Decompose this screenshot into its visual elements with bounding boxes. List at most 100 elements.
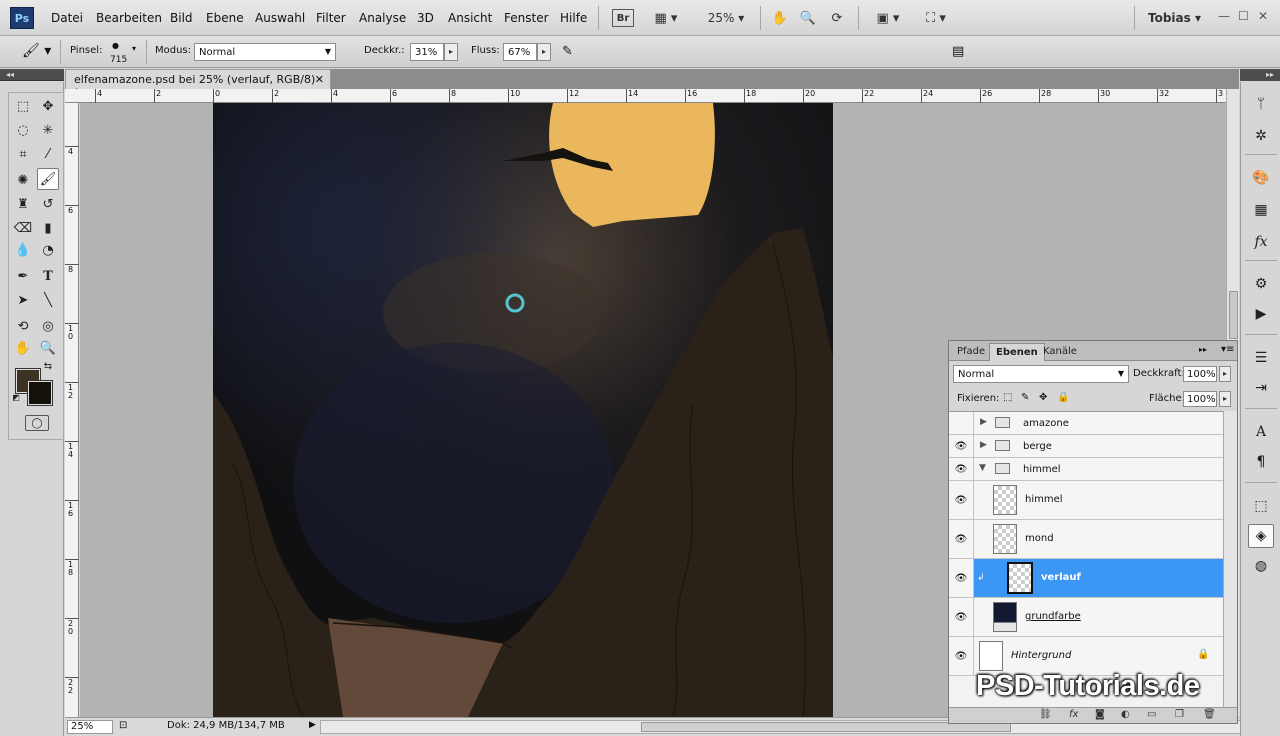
ruler-vertical[interactable]: 4 6 8 10 12 14 16 18 20 22	[65, 103, 79, 717]
close-icon[interactable]: ✕	[1258, 9, 1268, 23]
adjustment-layer-icon[interactable]: ◐	[1121, 709, 1130, 720]
zoom-input[interactable]: 25%	[67, 720, 113, 734]
flow-input[interactable]: 67%	[503, 43, 537, 61]
character-icon[interactable]: A	[1248, 420, 1274, 444]
status-info-icon[interactable]: ⊡	[119, 720, 127, 731]
default-colors-icon[interactable]: ◩	[10, 391, 22, 403]
clone-stamp-tool-icon[interactable]: ♜	[12, 193, 34, 215]
expand-arrow-icon[interactable]: ▶	[980, 440, 987, 450]
eye-icon[interactable]: 👁	[949, 458, 974, 480]
eye-icon[interactable]: 👁	[949, 559, 974, 597]
menu-datei[interactable]: Datei	[51, 11, 83, 25]
layers-icon[interactable]: ◈	[1248, 524, 1274, 548]
layer-row[interactable]: ▶ amazone	[949, 412, 1223, 435]
delete-layer-icon[interactable]: 🗑	[1203, 709, 1216, 720]
quick-mask-icon[interactable]: ◯	[25, 415, 49, 431]
airbrush-icon[interactable]: ✎	[562, 44, 573, 59]
fill-slider-button[interactable]: ▸	[1219, 391, 1231, 407]
zoom-tool-icon[interactable]: 🔍	[37, 337, 59, 359]
history-icon[interactable]: ☰	[1248, 346, 1274, 370]
rotate-view-icon[interactable]: ⟳	[826, 8, 848, 28]
bridge-button[interactable]: Br	[612, 9, 634, 27]
eye-icon[interactable]: 👁	[949, 435, 974, 457]
eye-icon[interactable]: 👁	[949, 520, 974, 558]
eye-icon[interactable]: 👁	[949, 637, 974, 675]
lock-position-icon[interactable]: ✥	[1039, 392, 1047, 403]
brush-preview-icon[interactable]: ●	[112, 41, 119, 50]
layer-row[interactable]: 👁 ▼ himmel	[949, 458, 1223, 481]
eraser-tool-icon[interactable]: ⌫	[12, 217, 34, 239]
layer-row[interactable]: 👁 ▶ berge	[949, 435, 1223, 458]
status-menu-arrow-icon[interactable]: ▶	[309, 720, 316, 730]
tab-kanaele[interactable]: Kanäle	[1037, 343, 1083, 361]
history-brush-tool-icon[interactable]: ↺	[37, 193, 59, 215]
marquee-tool-icon[interactable]: ⬚	[12, 95, 34, 117]
navigator-icon[interactable]: ✲	[1248, 124, 1274, 148]
actions-icon[interactable]: ▶	[1248, 302, 1274, 326]
menu-bearbeiten[interactable]: Bearbeiten	[96, 11, 162, 25]
magic-wand-tool-icon[interactable]: ✳	[37, 119, 59, 141]
layer-opacity-slider-button[interactable]: ▸	[1219, 366, 1231, 382]
layer-row[interactable]: 👁 grundfarbe	[949, 598, 1223, 637]
screen-mode-button[interactable]: ⛶ ▾	[918, 8, 954, 28]
ruler-horizontal[interactable]: 4 2 0 2 4 6 8 10 12 14 16 18 20 22 24 26 28 30 32 3	[65, 89, 1226, 103]
paths-icon[interactable]: ⬚	[1248, 494, 1274, 518]
tools-panel-header[interactable]: ◂◂	[0, 69, 64, 81]
add-mask-icon[interactable]: ◙	[1095, 709, 1105, 720]
pen-tool-icon[interactable]: ✒	[12, 265, 34, 287]
layer-row[interactable]: 👁 mond	[949, 520, 1223, 559]
flow-slider-button[interactable]: ▸	[537, 43, 551, 61]
swap-colors-icon[interactable]: ⇆	[41, 359, 55, 373]
menu-ansicht[interactable]: Ansicht	[448, 11, 492, 25]
dock-header[interactable]: ▸▸	[1240, 69, 1280, 81]
blur-tool-icon[interactable]: 💧	[12, 239, 34, 261]
tab-pfade[interactable]: Pfade	[951, 343, 991, 361]
hand-tool-icon[interactable]: ✋	[12, 337, 34, 359]
minimize-icon[interactable]: —	[1218, 9, 1230, 23]
healing-brush-tool-icon[interactable]: ✺	[12, 169, 34, 191]
menu-auswahl[interactable]: Auswahl	[255, 11, 305, 25]
paragraph-icon[interactable]: ¶	[1248, 450, 1274, 474]
arrange-documents-button[interactable]: ▣ ▾	[870, 8, 906, 28]
close-document-icon[interactable]: ✕	[315, 73, 324, 86]
hand-tool-icon[interactable]: ✋	[770, 8, 790, 28]
3d-rotate-tool-icon[interactable]: ⟲	[12, 315, 34, 337]
path-selection-tool-icon[interactable]: ➤	[12, 289, 34, 311]
layers-scrollbar[interactable]	[1223, 411, 1237, 707]
artwork-canvas[interactable]	[213, 103, 833, 717]
zoom-level-dropdown[interactable]: 25% ▾	[704, 8, 748, 28]
zoom-tool-icon[interactable]: 🔍	[798, 8, 818, 28]
opacity-slider-button[interactable]: ▸	[444, 43, 458, 61]
menu-fenster[interactable]: Fenster	[504, 11, 549, 25]
menu-bild[interactable]: Bild	[170, 11, 193, 25]
brush-tool-icon[interactable]: 🖌	[37, 168, 59, 190]
layer-row-selected[interactable]: 👁 ↲ verlauf	[949, 559, 1223, 598]
line-tool-icon[interactable]: ╲	[37, 289, 59, 311]
color-icon[interactable]: 🎨	[1248, 166, 1274, 190]
menu-ebene[interactable]: Ebene	[206, 11, 244, 25]
menu-filter[interactable]: Filter	[316, 11, 346, 25]
lock-pixels-icon[interactable]: ✎	[1021, 392, 1029, 403]
swatches-icon[interactable]: ▦	[1248, 198, 1274, 222]
3d-orbit-tool-icon[interactable]: ◎	[37, 315, 59, 337]
lasso-tool-icon[interactable]: ◌	[12, 119, 34, 141]
type-tool-icon[interactable]: T	[37, 265, 59, 287]
lock-all-icon[interactable]: 🔒	[1057, 392, 1069, 403]
brush-tool-preset-icon[interactable]: 🖌 ▾	[22, 43, 51, 59]
mode-dropdown[interactable]: Normal ▼	[194, 43, 336, 61]
styles-icon[interactable]: fx	[1248, 230, 1274, 254]
adjustments-icon[interactable]: ⚙	[1248, 272, 1274, 296]
blend-mode-dropdown[interactable]: Normal ▼	[953, 365, 1129, 383]
layer-opacity-input[interactable]: 100%	[1183, 366, 1217, 382]
brush-panel-icon[interactable]: ▤	[952, 44, 964, 59]
fill-input[interactable]: 100%	[1183, 391, 1217, 407]
expand-arrow-icon[interactable]: ▶	[980, 417, 987, 427]
new-group-icon[interactable]: ▭	[1147, 709, 1156, 720]
eye-icon[interactable]: 👁	[949, 481, 974, 519]
gradient-tool-icon[interactable]: ▮	[37, 217, 59, 239]
dodge-tool-icon[interactable]: ◔	[37, 239, 59, 261]
view-extras-button[interactable]: ▦ ▾	[648, 8, 684, 28]
crop-tool-icon[interactable]: ⌗	[12, 143, 34, 165]
document-tab[interactable]: elfenamazone.psd bei 25% (verlauf, RGB/8…	[65, 69, 331, 99]
layer-style-icon[interactable]: fx	[1069, 709, 1078, 720]
